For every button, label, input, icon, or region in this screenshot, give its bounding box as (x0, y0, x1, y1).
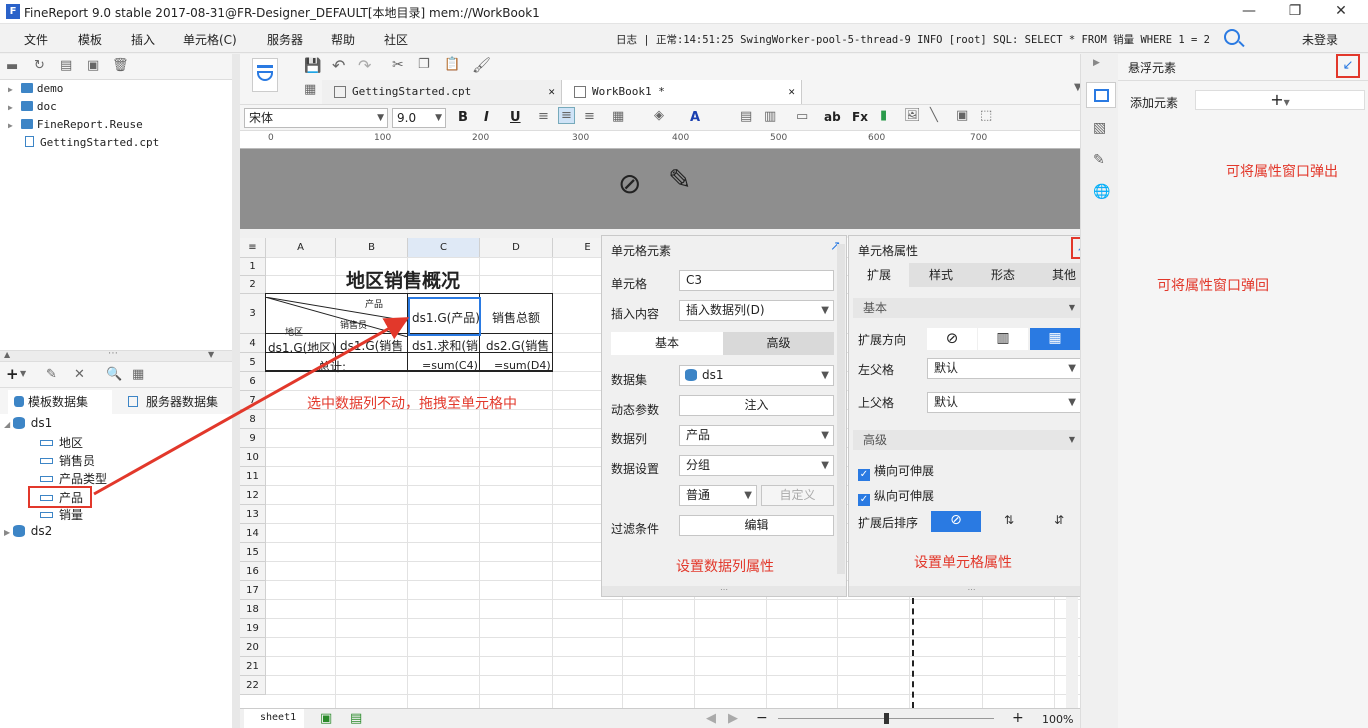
sheet-tab-bar: sheet1 ▣ ▤ ◀ ▶ − + 100% (240, 708, 1080, 728)
collapse-icon[interactable]: ▶ (1093, 58, 1100, 68)
left-parent-select[interactable]: 默认 ▼ (927, 358, 1081, 379)
label-expand-direction: 扩展方向 (858, 333, 907, 347)
tab-expand[interactable]: 扩展 (849, 263, 909, 287)
label-dataset: 数据集 (611, 373, 648, 387)
tab-style[interactable]: 样式 (909, 263, 973, 287)
horizontal-expand-checkbox[interactable]: ✓ 横向可伸展 (858, 462, 934, 481)
dataset-select[interactable]: ds1 ▼ (679, 365, 834, 386)
vertical-expand-icon[interactable]: ▥ (978, 328, 1028, 350)
horizontal-expand-icon[interactable]: ▦ (1030, 328, 1080, 350)
right-toolbar: ▶ ▧ ✎ 🌐 (1080, 54, 1118, 728)
tab-basic[interactable]: 基本 (611, 332, 723, 355)
label-dynamic-param: 动态参数 (611, 403, 660, 417)
tab-shape[interactable]: 形态 (973, 263, 1033, 287)
insert-content-select[interactable]: 插入数据列(D) ▼ (679, 300, 834, 321)
annotation-popout: 可将属性窗口弹出 (1226, 164, 1338, 180)
zoom-out-button[interactable]: − (756, 710, 768, 726)
next-icon[interactable]: ▶ (728, 711, 738, 726)
prev-icon[interactable]: ◀ (706, 711, 716, 726)
panel-scrollbar[interactable] (837, 244, 845, 574)
tab-advanced[interactable]: 高级 (723, 332, 834, 355)
label-top-parent: 上父格 (858, 396, 895, 410)
cell-attr-button[interactable] (1086, 82, 1116, 108)
annotation-set-column: 设置数据列属性 (676, 559, 774, 575)
panel-title: 单元格元素 (611, 244, 672, 258)
float-panel-title: 悬浮元素 (1128, 61, 1177, 75)
mode-select[interactable]: 普通 ▼ (679, 485, 757, 506)
zoom-level[interactable]: 100% (1042, 713, 1073, 726)
edit-filter-button[interactable]: 编辑 (679, 515, 834, 536)
annotation-set-cell: 设置单元格属性 (914, 555, 1012, 571)
condition-icon[interactable]: ▧ (1093, 120, 1106, 136)
cell-element-panel: 单元格元素 ↗ 单元格 C3 插入内容 插入数据列(D) ▼ 基本 高级 数据集 … (601, 235, 847, 597)
label-sort: 扩展后排序 (858, 516, 919, 530)
add-sheet-2-icon[interactable]: ▤ (350, 711, 362, 726)
label-data-column: 数据列 (611, 432, 648, 446)
zoom-in-button[interactable]: + (1012, 710, 1024, 726)
no-sort-icon[interactable]: ⊘ (931, 511, 981, 532)
data-column-select[interactable]: 产品 ▼ (679, 425, 834, 446)
hyperlink-icon[interactable]: 🌐 (1093, 184, 1110, 200)
section-advanced[interactable]: 高级 ▼ (853, 430, 1081, 450)
add-element-button[interactable]: +▼ (1195, 90, 1365, 110)
cell-property-panel: 单元格属性 ↗ 扩展 样式 形态 其他 基本▼ 扩展方向 ⊘ ▥ ▦ 左父格 默… (848, 235, 1095, 597)
property-tabs: 扩展 样式 形态 其他 (849, 263, 1095, 287)
no-expand-icon[interactable]: ⊘ (927, 328, 977, 350)
zoom-thumb[interactable] (884, 713, 889, 724)
panel-title: 单元格属性 (858, 244, 919, 258)
panel-resize-handle[interactable]: ⋯ (602, 586, 846, 596)
cell-icon (1094, 89, 1109, 102)
label-data-setting: 数据设置 (611, 462, 660, 476)
label-filter: 过滤条件 (611, 522, 660, 536)
data-setting-select[interactable]: 分组 ▼ (679, 455, 834, 476)
panel-resize-handle[interactable]: ⋯ (849, 586, 1094, 596)
label-cell: 单元格 (611, 277, 648, 291)
sort-asc-icon[interactable]: ⇅ (989, 511, 1029, 532)
floating-element-panel: 悬浮元素 ↙ 添加元素 +▼ 可将属性窗口弹出 (1118, 54, 1368, 728)
section-basic[interactable]: 基本 ▼ (853, 298, 1081, 318)
inject-button[interactable]: 注入 (679, 395, 834, 416)
cell-name-input[interactable]: C3 (679, 270, 834, 291)
sort-desc-icon[interactable]: ⇵ (1039, 511, 1079, 532)
add-sheet-icon[interactable]: ▣ (320, 711, 332, 726)
style-brush-icon[interactable]: ✎ (1093, 152, 1105, 168)
label-left-parent: 左父格 (858, 363, 895, 377)
label-insert: 插入内容 (611, 307, 660, 321)
annotation-popin: 可将属性窗口弹回 (1157, 278, 1269, 294)
popout-panel-icon[interactable]: ↙ (1336, 54, 1360, 78)
top-parent-select[interactable]: 默认 ▼ (927, 392, 1081, 413)
custom-button[interactable]: 自定义 (761, 485, 834, 506)
sheet-tab[interactable]: sheet1 (244, 709, 304, 728)
vertical-expand-checkbox[interactable]: ✓ 纵向可伸展 (858, 487, 934, 506)
add-element-label: 添加元素 (1130, 96, 1179, 110)
